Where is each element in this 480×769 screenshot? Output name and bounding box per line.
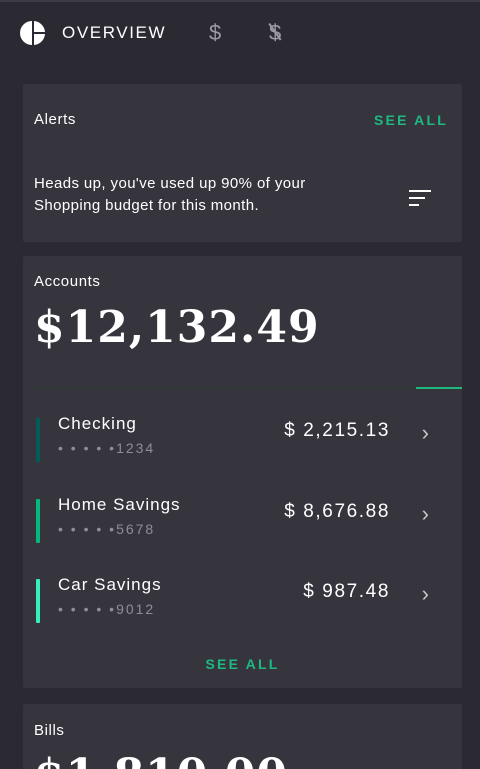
- account-row-car-savings[interactable]: Car Savings • • • • •9012 $ 987.48 ›: [23, 575, 462, 637]
- tab-bar: OVERVIEW $ $: [0, 2, 480, 64]
- account-row-checking[interactable]: Checking • • • • •1234 $ 2,215.13 ›: [23, 414, 462, 476]
- bills-card: Bills $1,810.00: [23, 704, 462, 769]
- accounts-bar: [34, 387, 462, 389]
- pie-chart-icon[interactable]: [20, 20, 46, 46]
- account-indicator: [36, 418, 40, 462]
- bills-title: Bills: [34, 722, 65, 739]
- alerts-title: Alerts: [34, 111, 76, 128]
- account-row-home-savings[interactable]: Home Savings • • • • •5678 $ 8,676.88 ›: [23, 495, 462, 557]
- account-number: • • • • •5678: [58, 521, 156, 537]
- accounts-total: $12,132.49: [34, 302, 320, 353]
- dollar-off-icon[interactable]: $: [264, 20, 286, 46]
- accounts-see-all-button[interactable]: SEE ALL: [23, 656, 462, 672]
- alert-message: Heads up, you've used up 90% of your Sho…: [34, 175, 306, 214]
- alerts-see-all-button[interactable]: SEE ALL: [374, 112, 448, 128]
- sort-icon[interactable]: [409, 190, 431, 206]
- chevron-right-icon[interactable]: ›: [422, 501, 429, 527]
- accounts-card: Accounts $12,132.49 Checking • • • • •12…: [23, 256, 462, 688]
- account-number: • • • • •1234: [58, 440, 156, 456]
- account-name: Home Savings: [58, 495, 181, 514]
- account-amount: $ 2,215.13: [284, 420, 390, 441]
- accounts-bar-accent: [416, 387, 462, 389]
- dollar-icon[interactable]: $: [204, 20, 226, 46]
- chevron-right-icon[interactable]: ›: [422, 420, 429, 446]
- account-number: • • • • •9012: [58, 601, 156, 617]
- account-indicator: [36, 499, 40, 543]
- accounts-title: Accounts: [34, 273, 101, 290]
- account-indicator: [36, 579, 40, 623]
- chevron-right-icon[interactable]: ›: [422, 581, 429, 607]
- tab-overview[interactable]: OVERVIEW: [62, 23, 166, 43]
- bills-total: $1,810.00: [34, 750, 288, 769]
- account-name: Car Savings: [58, 575, 162, 594]
- alerts-card: Alerts SEE ALL Heads up, you've used up …: [23, 84, 462, 242]
- account-name: Checking: [58, 414, 137, 433]
- account-amount: $ 987.48: [303, 581, 390, 602]
- account-amount: $ 8,676.88: [284, 501, 390, 522]
